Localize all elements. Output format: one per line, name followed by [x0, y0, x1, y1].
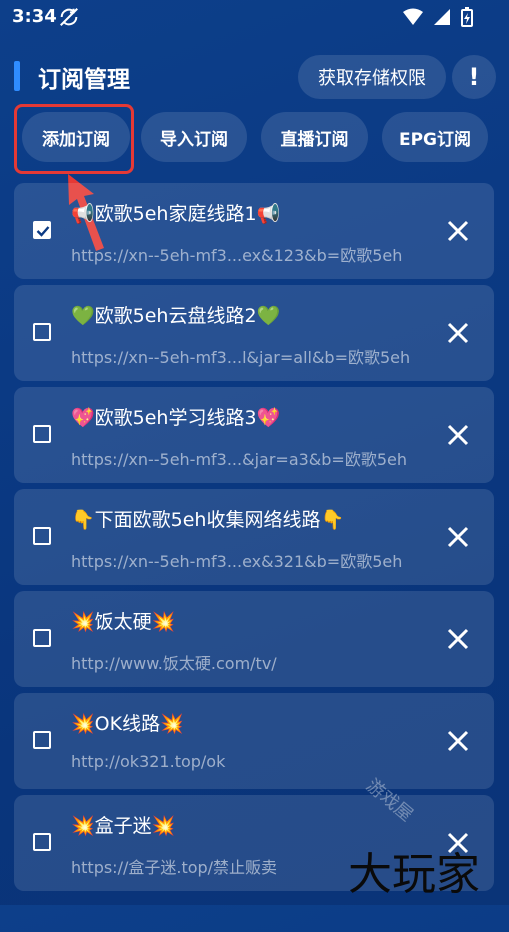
- item-url: https://xn--5eh-mf3...l&jar=all&b=欧歌5eh: [71, 348, 411, 367]
- close-icon[interactable]: [446, 729, 470, 753]
- close-icon[interactable]: [446, 627, 470, 651]
- item-url: https://盒子迷.top/禁止贩卖: [71, 858, 278, 877]
- close-icon[interactable]: [446, 525, 470, 549]
- item-name: 💥饭太硬💥: [71, 611, 176, 633]
- item-checkbox[interactable]: [33, 731, 51, 749]
- item-name: 💥盒子迷💥: [71, 815, 176, 837]
- item-url: http://www.饭太硬.com/tv/: [71, 654, 277, 673]
- status-icons: [403, 7, 473, 27]
- close-icon[interactable]: [446, 423, 470, 447]
- item-name: 📢欧歌5eh家庭线路1📢: [71, 203, 281, 225]
- watermark-logo: 大玩家: [348, 849, 480, 900]
- page-title: 订阅管理: [38, 67, 130, 93]
- list-item[interactable]: 👇下面欧歌5eh收集网络线路👇 https://xn--5eh-mf3...ex…: [14, 489, 494, 585]
- item-url: http://ok321.top/ok: [71, 752, 226, 771]
- signal-icon: [434, 9, 450, 25]
- item-url: https://xn--5eh-mf3...ex&321&b=欧歌5eh: [71, 552, 403, 571]
- tab-epg-subscription[interactable]: EPG订阅: [382, 112, 488, 162]
- tab-import-subscription[interactable]: 导入订阅: [141, 112, 247, 162]
- list-item[interactable]: 📢欧歌5eh家庭线路1📢 https://xn--5eh-mf3...ex&12…: [14, 183, 494, 279]
- storage-permission-button[interactable]: 获取存储权限: [298, 55, 446, 99]
- list-item[interactable]: 💥饭太硬💥 http://www.饭太硬.com/tv/: [14, 591, 494, 687]
- item-checkbox[interactable]: [33, 221, 51, 239]
- list-item[interactable]: 💖欧歌5eh学习线路3💖 https://xn--5eh-mf3...&jar=…: [14, 387, 494, 483]
- info-button[interactable]: !: [452, 55, 496, 99]
- item-checkbox[interactable]: [33, 527, 51, 545]
- item-url: https://xn--5eh-mf3...ex&123&b=欧歌5eh: [71, 246, 403, 265]
- item-checkbox[interactable]: [33, 323, 51, 341]
- item-name: 👇下面欧歌5eh收集网络线路👇: [71, 509, 345, 531]
- battery-icon: [461, 7, 473, 27]
- item-checkbox[interactable]: [33, 425, 51, 443]
- wifi-icon: [403, 8, 423, 25]
- list-item[interactable]: 💥OK线路💥 http://ok321.top/ok: [14, 693, 494, 789]
- title-accent-bar: [14, 61, 20, 91]
- item-checkbox[interactable]: [33, 629, 51, 647]
- item-checkbox[interactable]: [33, 833, 51, 851]
- close-icon[interactable]: [446, 219, 470, 243]
- sync-off-icon: [60, 8, 78, 26]
- header: 订阅管理 获取存储权限 !: [0, 52, 509, 102]
- item-name: 💥OK线路💥: [71, 713, 184, 735]
- list-item[interactable]: 💚欧歌5eh云盘线路2💚 https://xn--5eh-mf3...l&jar…: [14, 285, 494, 381]
- item-name: 💖欧歌5eh学习线路3💖: [71, 407, 281, 429]
- item-url: https://xn--5eh-mf3...&jar=a3&b=欧歌5eh: [71, 450, 408, 469]
- status-time: 3:34: [12, 6, 57, 27]
- close-icon[interactable]: [446, 321, 470, 345]
- status-bar: 3:34: [0, 0, 509, 34]
- highlight-box: [14, 104, 134, 174]
- item-name: 💚欧歌5eh云盘线路2💚: [71, 305, 281, 327]
- tab-live-subscription[interactable]: 直播订阅: [261, 112, 368, 162]
